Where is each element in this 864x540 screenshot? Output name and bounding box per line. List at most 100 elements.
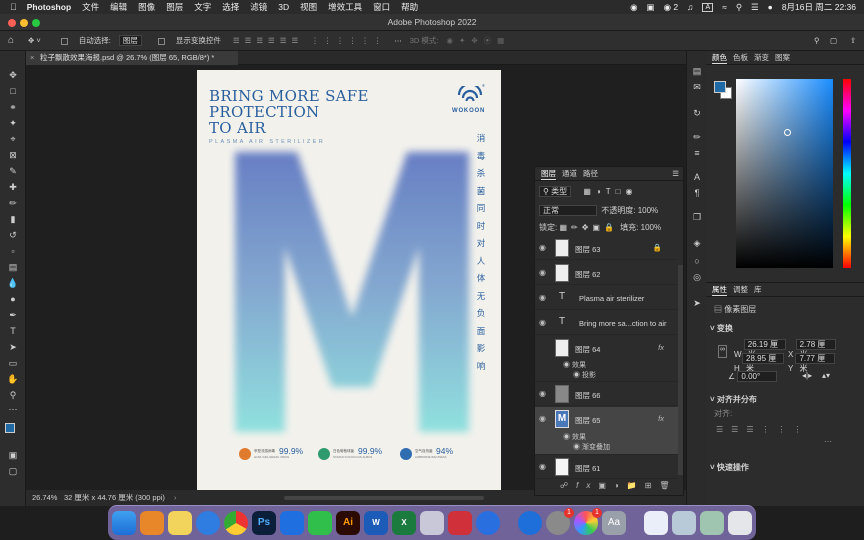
- paths-icon[interactable]: ◎: [691, 271, 703, 283]
- opacity-value[interactable]: 100%: [638, 206, 658, 215]
- hue-slider[interactable]: [843, 79, 851, 268]
- link-icon[interactable]: ∞: [718, 345, 727, 358]
- menu-file[interactable]: 文件: [82, 1, 99, 13]
- trash-icon[interactable]: [728, 511, 752, 535]
- chrome-icon[interactable]: [224, 511, 248, 535]
- visibility-eye-icon[interactable]: ◉: [539, 243, 546, 252]
- app-window-icon[interactable]: [420, 511, 444, 535]
- tab-paths[interactable]: 路径: [583, 168, 598, 179]
- tab-layers[interactable]: 图层: [541, 168, 556, 180]
- clock[interactable]: 8月16日 周二 22:36: [782, 1, 856, 13]
- layers-footer-icons[interactable]: ☍fx▣◑📁⊞🗑: [560, 481, 680, 493]
- menu-3d[interactable]: 3D: [278, 2, 289, 12]
- angle-input[interactable]: 0.00°: [737, 371, 778, 382]
- 3d-mode-icons[interactable]: ◉✦✥⦿▦: [447, 35, 511, 46]
- eyedropper-tool-icon[interactable]: ✎: [6, 165, 20, 178]
- record-icon[interactable]: ◉: [630, 2, 637, 13]
- frame-tool-icon[interactable]: ⊠: [6, 149, 20, 162]
- type-tool-icon[interactable]: T: [6, 325, 20, 338]
- magic-wand-tool-icon[interactable]: ✦: [6, 117, 20, 130]
- menu-layer[interactable]: 图层: [166, 1, 183, 13]
- 3d-icon[interactable]: ❐: [691, 211, 703, 223]
- zoom-tool-icon[interactable]: ⚲: [6, 389, 20, 402]
- distribute-icons[interactable]: ⋮⋮⋮⋮⋮⋮: [311, 36, 386, 45]
- layers-scrollbar[interactable]: [678, 265, 683, 475]
- brush-settings-icon[interactable]: ✏: [691, 131, 703, 143]
- panel-menu-icon[interactable]: ☰: [672, 169, 679, 178]
- layer-row[interactable]: 图层 64 fx ◉ 效果 ◉ 投影: [535, 336, 678, 382]
- window-icon[interactable]: ▣: [647, 2, 655, 13]
- close-window-button[interactable]: [8, 19, 16, 27]
- zoom-window-button[interactable]: [32, 19, 40, 27]
- stamp-tool-icon[interactable]: ▮: [6, 213, 20, 226]
- align-section[interactable]: ˅ 对齐并分布: [710, 394, 757, 405]
- poster-canvas[interactable]: BRING MORE SAFE PROTECTION TO AIR PLASMA…: [197, 70, 501, 492]
- effect-gradient-overlay[interactable]: ◉ 渐变叠加: [573, 442, 610, 452]
- wechat-icon[interactable]: [308, 511, 332, 535]
- app-feather-icon[interactable]: [476, 511, 500, 535]
- channels-icon[interactable]: ○: [691, 255, 703, 267]
- h-input[interactable]: 28.95 厘米: [742, 353, 785, 373]
- visibility-eye-icon[interactable]: ◉: [539, 462, 546, 471]
- home-icon[interactable]: ⌂: [8, 35, 14, 46]
- brush-tool-icon[interactable]: ✏: [6, 197, 20, 210]
- auto-select-checkbox[interactable]: [60, 37, 68, 45]
- x-input[interactable]: 2.78 厘米: [795, 339, 836, 359]
- align-icons[interactable]: ☰☰☰☰☰☰: [233, 36, 303, 45]
- visibility-eye-icon[interactable]: ◉: [539, 293, 546, 302]
- layer-row[interactable]: ◉ 图层 61: [535, 455, 678, 479]
- crop-tool-icon[interactable]: ⌖: [6, 133, 20, 146]
- show-transform-checkbox[interactable]: [157, 37, 165, 45]
- apple-icon[interactable]: : [10, 2, 17, 12]
- layer-row[interactable]: ◉ 图层 66: [535, 382, 678, 406]
- w-input[interactable]: 26.19 厘米: [743, 339, 786, 359]
- menu-window[interactable]: 窗口: [373, 1, 390, 13]
- illustrator-icon[interactable]: Ai: [336, 511, 360, 535]
- y-input[interactable]: 7.77 厘米: [795, 353, 836, 373]
- visibility-eye-icon[interactable]: ◉: [539, 268, 546, 277]
- foreground-color-swatch[interactable]: [714, 81, 726, 93]
- more-options-icon[interactable]: ⋯: [824, 437, 832, 446]
- tab-color[interactable]: 颜色: [712, 52, 727, 64]
- gradient-tool-icon[interactable]: ▤: [6, 261, 20, 274]
- music-icon[interactable]: ♫: [687, 2, 693, 12]
- wechat-icon[interactable]: ◉ 2: [664, 2, 679, 13]
- more-tools-icon[interactable]: ⋯: [6, 403, 20, 416]
- comments-icon[interactable]: ✉: [691, 81, 703, 93]
- zoom-level[interactable]: 26.74%: [32, 490, 57, 506]
- paragraph-icon[interactable]: ¶: [691, 187, 703, 199]
- lark-icon[interactable]: [280, 511, 304, 535]
- history-icon[interactable]: ▤: [691, 65, 703, 77]
- word-icon[interactable]: W: [364, 511, 388, 535]
- more-icon[interactable]: ⋯: [394, 36, 402, 45]
- lock-icons[interactable]: ▦✏✥▣🔒: [559, 223, 617, 232]
- horizontal-scrollbar[interactable]: [284, 496, 484, 500]
- document-tab[interactable]: × 粒子飘散效果海报.psd @ 26.7% (图层 65, RGB/8*) *: [26, 51, 238, 65]
- font-book-icon[interactable]: Aa: [602, 511, 626, 535]
- quick-mask-icon[interactable]: ▣: [6, 449, 20, 462]
- status-menu-icon[interactable]: ›: [174, 490, 177, 506]
- tab-patterns[interactable]: 图案: [775, 52, 790, 63]
- siri-icon[interactable]: ●: [768, 2, 773, 12]
- eraser-tool-icon[interactable]: ▫: [6, 245, 20, 258]
- document-icon[interactable]: [644, 511, 668, 535]
- marquee-tool-icon[interactable]: □: [6, 85, 20, 98]
- wifi-icon[interactable]: ≈: [722, 2, 727, 12]
- tab-swatches[interactable]: 色板: [733, 52, 748, 63]
- character-icon[interactable]: A: [691, 171, 703, 183]
- finder-icon[interactable]: [112, 511, 136, 535]
- layers-icon[interactable]: ◈: [691, 237, 703, 249]
- tab-channels[interactable]: 通道: [562, 168, 577, 179]
- visibility-eye-icon[interactable]: ◉: [539, 318, 546, 327]
- healing-brush-tool-icon[interactable]: ✚: [6, 181, 20, 194]
- history-clock-icon[interactable]: ↻: [691, 107, 703, 119]
- control-center-icon[interactable]: ☰: [751, 2, 759, 13]
- photoshop-icon[interactable]: Ps: [252, 511, 276, 535]
- move-tool-icon[interactable]: ✥: [6, 69, 20, 82]
- filter-icons[interactable]: ▦◑T□◉: [583, 187, 637, 196]
- layer-row[interactable]: ◉ T Plasma air sterilizer: [535, 286, 678, 310]
- lasso-tool-icon[interactable]: ⚭: [6, 101, 20, 114]
- blend-mode-dropdown[interactable]: 正常: [539, 205, 597, 216]
- auto-select-dropdown[interactable]: 图层: [118, 35, 142, 46]
- menu-edit[interactable]: 编辑: [110, 1, 127, 13]
